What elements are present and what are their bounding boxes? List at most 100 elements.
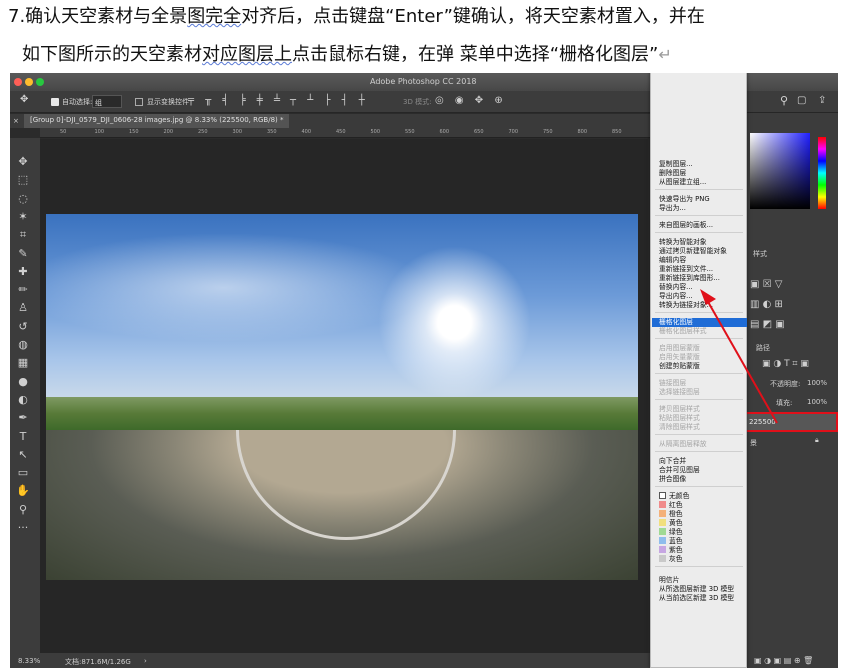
ruler-tick-label: 850: [612, 129, 622, 135]
auto-select-dropdown[interactable]: 组: [92, 95, 122, 108]
align-buttons[interactable]: ╤ ╥ ╡ ╞ ╪ ╧: [188, 95, 284, 106]
menu-item[interactable]: 转换为链接对象...: [659, 301, 713, 310]
brush-icon[interactable]: ✏: [14, 282, 32, 298]
crop-icon[interactable]: ⌗: [14, 227, 32, 243]
menu-item[interactable]: 编辑内容: [659, 256, 686, 265]
instruction-line-2: 如下图所示的天空素材对应图层上点击鼠标右键，在弹 菜单中选择“栅格化图层”↵: [22, 44, 672, 65]
document-size: 文档:871.6M/1.26G: [65, 658, 131, 666]
zoom-level: 8.33%: [18, 657, 41, 665]
type-icon[interactable]: T: [14, 429, 32, 445]
photoshop-window: Adobe Photoshop CC 2018 ✥ 自动选择: 组 显示变换控件…: [10, 73, 838, 668]
menu-item[interactable]: 替换内容...: [659, 283, 693, 292]
search-icon[interactable]: ⚲: [780, 94, 788, 107]
auto-select-checkbox[interactable]: [51, 98, 59, 106]
move-icon[interactable]: ✥: [14, 154, 32, 170]
eyedropper-icon[interactable]: ✎: [14, 246, 32, 262]
close-doc-icon[interactable]: ×: [13, 117, 19, 125]
show-transform-label: 显示变换控件: [147, 98, 189, 106]
menu-item[interactable]: 导出内容...: [659, 292, 693, 301]
menu-item[interactable]: 通过拷贝新建智能对象: [659, 247, 727, 256]
label-color-menu-item[interactable]: 橙色: [659, 510, 683, 519]
label-color-menu-item[interactable]: 蓝色: [659, 537, 683, 546]
color-label: 蓝色: [669, 537, 683, 545]
fill-value[interactable]: 100%: [807, 398, 827, 406]
path-select-icon[interactable]: ↖: [14, 447, 32, 463]
menu-item[interactable]: 合并可见图层: [659, 466, 700, 475]
menu-item[interactable]: 转换为智能对象: [659, 238, 707, 247]
blur-icon[interactable]: ●: [14, 374, 32, 390]
3d-mode-icons[interactable]: ◎ ◉ ✥ ⊕: [435, 95, 507, 106]
color-picker-field[interactable]: [750, 133, 810, 209]
color-swatch-icon: [659, 537, 666, 544]
label-color-menu-item[interactable]: 紫色: [659, 546, 683, 555]
hue-slider[interactable]: [818, 137, 826, 209]
adjustment-icons-3[interactable]: ▤ ◩ ▣: [750, 319, 785, 330]
menu-item[interactable]: 复制图层...: [659, 160, 693, 169]
gradient-icon[interactable]: ▦: [14, 355, 32, 371]
eraser-icon[interactable]: ◍: [14, 337, 32, 353]
move-tool-icon[interactable]: ✥: [20, 94, 28, 105]
shape-icon[interactable]: ▭: [14, 465, 32, 481]
3d-mode-label: 3D 模式:: [403, 98, 432, 106]
hand-icon[interactable]: ✋: [14, 483, 32, 499]
menu-item[interactable]: 从图层建立组...: [659, 178, 706, 187]
layer-filter-icons[interactable]: ▣ ◑ T ⌗ ▣: [762, 359, 809, 369]
opacity-value[interactable]: 100%: [807, 379, 827, 387]
close-window-button[interactable]: [14, 78, 22, 86]
marquee-icon[interactable]: ⬚: [14, 172, 32, 188]
show-transform-checkbox[interactable]: [135, 98, 143, 106]
adjustment-icons[interactable]: ▣ ☒ ▽: [750, 279, 782, 290]
menu-item[interactable]: 导出为...: [659, 204, 686, 213]
menu-separator: [655, 434, 743, 435]
magic-wand-icon[interactable]: ✶: [14, 209, 32, 225]
label-color-menu-item[interactable]: 无颜色: [659, 492, 689, 501]
menu-item[interactable]: 删除图层: [659, 169, 686, 178]
status-arrow-icon[interactable]: ›: [144, 657, 147, 665]
layer-225500-row[interactable]: 225500: [745, 412, 838, 432]
color-swatch-icon: [659, 555, 666, 562]
document-tab[interactable]: [Group 0]-DJI_0579_DJI_0606-28 images.jp…: [24, 114, 290, 128]
color-label: 绿色: [669, 528, 683, 536]
menu-item[interactable]: 从所选图层新建 3D 模型: [659, 585, 734, 594]
stadium-roof-frame: [236, 430, 456, 540]
menu-separator: [655, 566, 743, 567]
label-color-menu-item[interactable]: 红色: [659, 501, 683, 510]
zoom-window-button[interactable]: [36, 78, 44, 86]
menu-item: 粘贴图层样式: [659, 414, 700, 422]
label-color-menu-item[interactable]: 绿色: [659, 528, 683, 537]
menu-item[interactable]: 重新链接到库图形...: [659, 274, 720, 283]
menu-item[interactable]: 重新链接到文件...: [659, 265, 713, 274]
distribute-buttons[interactable]: ┬ ┴ ├ ┤ ┼: [290, 95, 369, 106]
label-color-menu-item[interactable]: 灰色: [659, 555, 683, 564]
menu-item[interactable]: 拼合图像: [659, 475, 686, 484]
menu-item[interactable]: 从当前选区新建 3D 模型: [659, 594, 734, 603]
layer-panel-footer-icons[interactable]: ▣ ◑ ▣ ▤ ⊕ 🗑︎: [754, 656, 813, 665]
create-clipping-mask-menu-item[interactable]: 创建剪贴蒙版: [659, 362, 700, 371]
rasterize-layer-menu-item[interactable]: 栅格化图层: [652, 318, 747, 327]
zoom-icon[interactable]: ⚲: [14, 502, 32, 518]
history-brush-icon[interactable]: ↺: [14, 319, 32, 335]
menu-item[interactable]: 明信片: [659, 576, 679, 585]
dodge-icon[interactable]: ◐: [14, 392, 32, 408]
tools-panel: ✥ ⬚ ◌ ✶ ⌗ ✎ ✚ ✏ ♙ ↺ ◍ ▦ ● ◐ ✒ T ↖ ▭ ✋ ⚲ ···: [10, 138, 40, 653]
pen-icon[interactable]: ✒: [14, 410, 32, 426]
sky-layer: [46, 214, 638, 398]
color-label: 无颜色: [669, 492, 690, 500]
healing-icon[interactable]: ✚: [14, 264, 32, 280]
stamp-icon[interactable]: ♙: [14, 300, 32, 316]
menu-item[interactable]: 快速导出为 PNG: [659, 195, 710, 204]
share-icon[interactable]: ⇪: [818, 95, 826, 106]
menu-separator: [655, 189, 743, 190]
ruler-tick-label: 500: [370, 129, 381, 135]
minimize-window-button[interactable]: [25, 78, 33, 86]
menu-item[interactable]: 来自图层的画板...: [659, 221, 713, 230]
adjustment-icons-2[interactable]: ▥ ◐ ⊞: [750, 299, 783, 310]
menu-item[interactable]: 向下合并: [659, 457, 686, 466]
ruler-tick-label: 350: [267, 129, 277, 135]
background-layer-label[interactable]: 景: [750, 438, 757, 448]
more-icon[interactable]: ···: [14, 520, 32, 536]
label-color-menu-item[interactable]: 黄色: [659, 519, 683, 528]
workspace-icon[interactable]: ▢: [797, 95, 806, 106]
lasso-icon[interactable]: ◌: [14, 191, 32, 207]
ruler-tick-label: 150: [129, 129, 139, 135]
